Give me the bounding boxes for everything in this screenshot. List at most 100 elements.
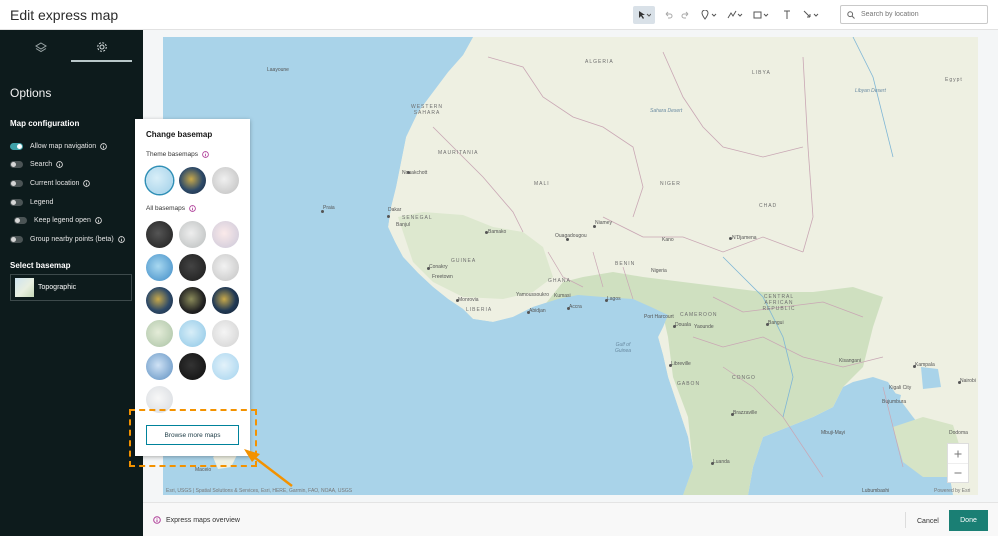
search-icon xyxy=(847,10,855,19)
map-label: Douala xyxy=(675,322,691,328)
top-bar: Edit express map xyxy=(0,0,998,30)
map-label: Accra xyxy=(569,304,582,310)
map-view[interactable]: Laayoune ALGERIA LIBYA Egypt WESTERN SAH… xyxy=(163,37,978,495)
map-label: Laayoune xyxy=(267,67,289,73)
redo-icon xyxy=(681,11,689,19)
map-label: Nairobi xyxy=(960,378,976,384)
map-configuration-title: Map configuration xyxy=(10,119,80,128)
basemap-thumb[interactable] xyxy=(212,353,239,380)
basemap-thumb[interactable] xyxy=(146,287,173,314)
info-icon[interactable] xyxy=(83,180,91,187)
basemap-thumb[interactable] xyxy=(179,254,206,281)
toggle-group-points[interactable]: Group nearby points (beta) xyxy=(10,230,125,249)
basemap-thumb[interactable] xyxy=(179,221,206,248)
line-tool-button[interactable] xyxy=(723,6,747,24)
basemap-thumb-light-topo[interactable] xyxy=(146,167,173,194)
toggle-search[interactable]: Search xyxy=(10,156,125,175)
map-label: CHAD xyxy=(759,203,778,209)
switch[interactable] xyxy=(10,161,23,169)
pointer-icon xyxy=(639,11,651,19)
basemap-selector[interactable]: Topographic xyxy=(10,274,132,301)
select-tool-button[interactable] xyxy=(633,6,655,24)
basemap-thumb[interactable] xyxy=(179,287,206,314)
basemap-thumb-gray[interactable] xyxy=(212,167,239,194)
toggle-keep-legend-open[interactable]: Keep legend open xyxy=(10,211,125,230)
switch[interactable] xyxy=(10,179,23,187)
basemap-thumb[interactable] xyxy=(179,320,206,347)
arrow-tool-button[interactable] xyxy=(799,6,823,24)
toggle-label: Allow map navigation xyxy=(30,142,97,150)
basemap-thumbnail xyxy=(15,278,34,297)
footer-bar: Express maps overview Cancel Done xyxy=(143,502,998,536)
switch[interactable] xyxy=(14,217,27,225)
toggle-legend[interactable]: Legend xyxy=(10,193,125,212)
map-label: CENTRAL AFRICAN REPUBLIC xyxy=(762,294,796,312)
map-label: Yaounde xyxy=(694,324,714,330)
done-button[interactable]: Done xyxy=(949,510,988,531)
tab-settings[interactable] xyxy=(71,34,132,62)
express-maps-overview-link[interactable]: Express maps overview xyxy=(153,516,240,524)
area-tool-button[interactable] xyxy=(749,6,773,24)
basemap-thumb[interactable] xyxy=(146,353,173,380)
pin-tool-button[interactable] xyxy=(697,6,721,24)
info-icon[interactable] xyxy=(56,161,64,169)
map-label: Luanda xyxy=(713,459,730,465)
map-label: Egypt xyxy=(945,77,963,83)
basemap-thumb[interactable] xyxy=(212,221,239,248)
info-icon[interactable] xyxy=(100,142,107,150)
basemap-thumb[interactable] xyxy=(212,320,239,347)
map-label: Kigali City xyxy=(889,385,912,391)
basemap-name: Topographic xyxy=(38,284,77,291)
search-input[interactable] xyxy=(861,11,981,18)
basemap-thumb[interactable] xyxy=(146,221,173,248)
zoom-in-button[interactable] xyxy=(948,444,968,463)
text-icon xyxy=(784,10,790,19)
map-label: Kumasi xyxy=(554,293,571,299)
map-label: Freetown xyxy=(432,274,453,280)
info-icon[interactable] xyxy=(95,217,102,224)
city-marker xyxy=(729,237,732,240)
switch[interactable] xyxy=(10,235,23,243)
map-label: BENIN xyxy=(615,261,636,267)
info-icon[interactable] xyxy=(202,151,209,158)
layers-icon xyxy=(34,42,47,53)
basemap-thumb[interactable] xyxy=(146,320,173,347)
map-label: Kano xyxy=(662,237,674,243)
map-label: Port Harcourt xyxy=(644,314,674,320)
location-search[interactable] xyxy=(840,5,988,24)
city-marker xyxy=(731,413,734,416)
map-label: Bamako xyxy=(488,229,507,235)
toggle-current-location[interactable]: Current location xyxy=(10,174,125,193)
map-label: N'Djamena xyxy=(732,235,757,241)
redo-button[interactable] xyxy=(677,6,693,24)
basemap-thumb[interactable] xyxy=(146,254,173,281)
map-label: Maceio xyxy=(195,467,212,473)
map-label: GHANA xyxy=(548,278,571,284)
city-marker xyxy=(605,299,608,302)
switch[interactable] xyxy=(10,142,23,150)
info-icon[interactable] xyxy=(189,205,196,212)
basemap-thumb[interactable] xyxy=(179,353,206,380)
map-label: GABON xyxy=(677,381,701,387)
zoom-out-button[interactable] xyxy=(948,463,968,482)
toggle-label: Current location xyxy=(30,179,80,187)
city-marker xyxy=(711,462,714,465)
toggle-allow-navigation[interactable]: Allow map navigation xyxy=(10,137,125,156)
footer-divider xyxy=(905,512,906,528)
info-icon[interactable] xyxy=(117,235,125,243)
basemap-thumb[interactable] xyxy=(212,254,239,281)
cancel-button[interactable]: Cancel xyxy=(913,514,943,528)
undo-button[interactable] xyxy=(661,6,677,24)
switch[interactable] xyxy=(10,198,23,206)
plus-icon xyxy=(954,450,962,457)
text-tool-button[interactable] xyxy=(779,6,795,24)
powered-by[interactable]: Powered by Esri xyxy=(934,488,970,494)
tab-layers[interactable] xyxy=(10,34,71,62)
page-title: Edit express map xyxy=(10,7,119,23)
city-marker xyxy=(456,299,459,302)
map-label: Libyan Desert xyxy=(855,88,886,94)
basemap-thumb[interactable] xyxy=(212,287,239,314)
map-label: Kampala xyxy=(915,362,935,368)
basemap-thumb-dark-earth[interactable] xyxy=(179,167,206,194)
city-marker xyxy=(673,325,676,328)
